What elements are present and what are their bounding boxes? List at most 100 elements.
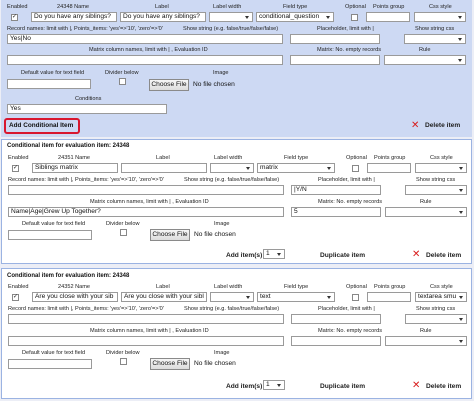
- duplicate-item-button[interactable]: Duplicate item: [320, 252, 365, 259]
- label-width-label: Label width: [213, 4, 242, 10]
- item-name-label: 24351 Name: [58, 155, 91, 161]
- rule-select[interactable]: [384, 55, 466, 65]
- field-type-select[interactable]: conditional_question: [256, 12, 334, 22]
- matrix-no-empty-label: Matrix: No. empty records: [317, 47, 382, 53]
- add-items-count-select[interactable]: 1: [263, 249, 285, 259]
- points-group-label: Points group: [374, 284, 406, 290]
- css-style-select[interactable]: [415, 163, 467, 173]
- matrix-cols-input[interactable]: [8, 336, 284, 346]
- image-label: Image: [214, 350, 230, 356]
- default-value-label: Default value for text field: [21, 70, 85, 76]
- divider-below-checkbox[interactable]: [120, 358, 127, 365]
- delete-item-button[interactable]: Delete item: [425, 122, 460, 129]
- optional-label: Optional: [346, 284, 367, 290]
- item-name-input[interactable]: Siblings matrix: [32, 163, 118, 173]
- optional-label: Optional: [345, 4, 366, 10]
- matrix-cols-input[interactable]: Name|Age|Grew Up Together?: [8, 207, 284, 217]
- delete-icon[interactable]: ✕: [411, 121, 420, 131]
- no-file-text: No file chosen: [194, 360, 236, 367]
- image-file-picker[interactable]: Choose File No file chosen: [150, 229, 280, 241]
- record-names-input[interactable]: [8, 185, 284, 195]
- points-group-label: Points group: [373, 4, 405, 10]
- label-width-select[interactable]: [210, 292, 254, 302]
- item-name-input[interactable]: Are you close with your sib: [32, 292, 118, 302]
- field-type-select[interactable]: text: [257, 292, 335, 302]
- rule-select[interactable]: [385, 336, 467, 346]
- record-names-label: Record names: limit with |, Points_items…: [7, 26, 163, 32]
- placeholder-input[interactable]: [291, 314, 381, 324]
- no-file-text: No file chosen: [193, 81, 235, 88]
- record-names-input[interactable]: [8, 314, 284, 324]
- matrix-cols-input[interactable]: [7, 55, 283, 65]
- delete-icon[interactable]: ✕: [412, 381, 421, 391]
- default-value-label: Default value for text field: [22, 350, 86, 356]
- placeholder-label: Placeholder, limit with |: [318, 306, 375, 312]
- divider-below-label: Divider below: [105, 70, 139, 76]
- divider-below-checkbox[interactable]: [120, 229, 127, 236]
- enabled-checkbox[interactable]: ✓: [12, 165, 19, 172]
- css-style-label: Css style: [430, 155, 453, 161]
- show-string-css-select[interactable]: [405, 185, 467, 195]
- delete-icon[interactable]: ✕: [412, 250, 421, 260]
- show-string-label: Show string (e.g. false/true/false/false…: [184, 177, 280, 183]
- placeholder-label: Placeholder, limit with |: [318, 177, 375, 183]
- conditions-label: Conditions: [75, 96, 102, 102]
- delete-item-button[interactable]: Delete item: [426, 252, 461, 259]
- record-names-input[interactable]: Yes|No: [7, 34, 283, 44]
- optional-checkbox[interactable]: [352, 294, 359, 301]
- enabled-label: Enabled: [7, 4, 28, 10]
- enabled-label: Enabled: [8, 155, 29, 161]
- placeholder-input[interactable]: [290, 34, 380, 44]
- show-string-css-select[interactable]: [405, 314, 467, 324]
- points-group-input[interactable]: [367, 292, 411, 302]
- image-file-picker[interactable]: Choose File No file chosen: [149, 79, 279, 91]
- placeholder-input[interactable]: |Y/N: [291, 185, 381, 195]
- label-input[interactable]: [121, 163, 207, 173]
- optional-checkbox[interactable]: [352, 165, 359, 172]
- default-value-input[interactable]: [8, 359, 92, 369]
- css-style-label: Css style: [430, 284, 453, 290]
- placeholder-label: Placeholder, limit with |: [317, 26, 374, 32]
- label-input[interactable]: Do you have any siblings?: [120, 12, 206, 22]
- points-group-label: Points group: [374, 155, 406, 161]
- enabled-checkbox[interactable]: ✓: [12, 294, 19, 301]
- image-label: Image: [213, 70, 229, 76]
- choose-file-button[interactable]: Choose File: [150, 229, 190, 241]
- item-name-input[interactable]: Do you have any siblings?: [31, 12, 117, 22]
- show-string-css-select[interactable]: [404, 34, 466, 44]
- record-names-label: Record names: limit with |, Points_items…: [8, 177, 164, 183]
- matrix-no-empty-input[interactable]: [290, 55, 380, 65]
- default-value-input[interactable]: [7, 79, 91, 89]
- divider-below-checkbox[interactable]: [119, 78, 126, 85]
- delete-item-button[interactable]: Delete item: [426, 383, 461, 390]
- matrix-cols-label: Matrix column names, limit with | , Eval…: [89, 47, 208, 53]
- label-width-select[interactable]: [209, 12, 253, 22]
- item-name-label: 24348 Name: [57, 4, 90, 10]
- label-label: Label: [155, 4, 169, 10]
- rule-select[interactable]: [385, 207, 467, 217]
- default-value-label: Default value for text field: [22, 221, 86, 227]
- choose-file-button[interactable]: Choose File: [149, 79, 189, 91]
- duplicate-item-button[interactable]: Duplicate item: [320, 383, 365, 390]
- field-type-label: Field type: [284, 155, 309, 161]
- css-style-select[interactable]: textarea smu: [415, 292, 467, 302]
- points-group-input[interactable]: [366, 12, 410, 22]
- image-file-picker[interactable]: Choose File No file chosen: [150, 358, 280, 370]
- points-group-input[interactable]: [367, 163, 411, 173]
- default-value-input[interactable]: [8, 230, 92, 240]
- matrix-no-empty-input[interactable]: [291, 336, 381, 346]
- field-type-select[interactable]: matrix: [257, 163, 335, 173]
- css-style-select[interactable]: [414, 12, 466, 22]
- conditions-input[interactable]: Yes: [7, 104, 167, 114]
- label-width-select[interactable]: [210, 163, 254, 173]
- choose-file-button[interactable]: Choose File: [150, 358, 190, 370]
- conditional-item-panel-text: Conditional item for evaluation item: 24…: [1, 268, 472, 399]
- enabled-checkbox[interactable]: ✓: [11, 14, 18, 21]
- rule-label: Rule: [420, 328, 432, 334]
- matrix-no-empty-input[interactable]: 5: [291, 207, 381, 217]
- label-input[interactable]: Are you close with your sibl: [121, 292, 207, 302]
- add-conditional-item-button[interactable]: Add Conditional Item: [4, 118, 80, 134]
- optional-checkbox[interactable]: [351, 14, 358, 21]
- show-string-label: Show string (e.g. false/true/false/false…: [184, 306, 280, 312]
- add-items-count-select[interactable]: 1: [263, 380, 285, 390]
